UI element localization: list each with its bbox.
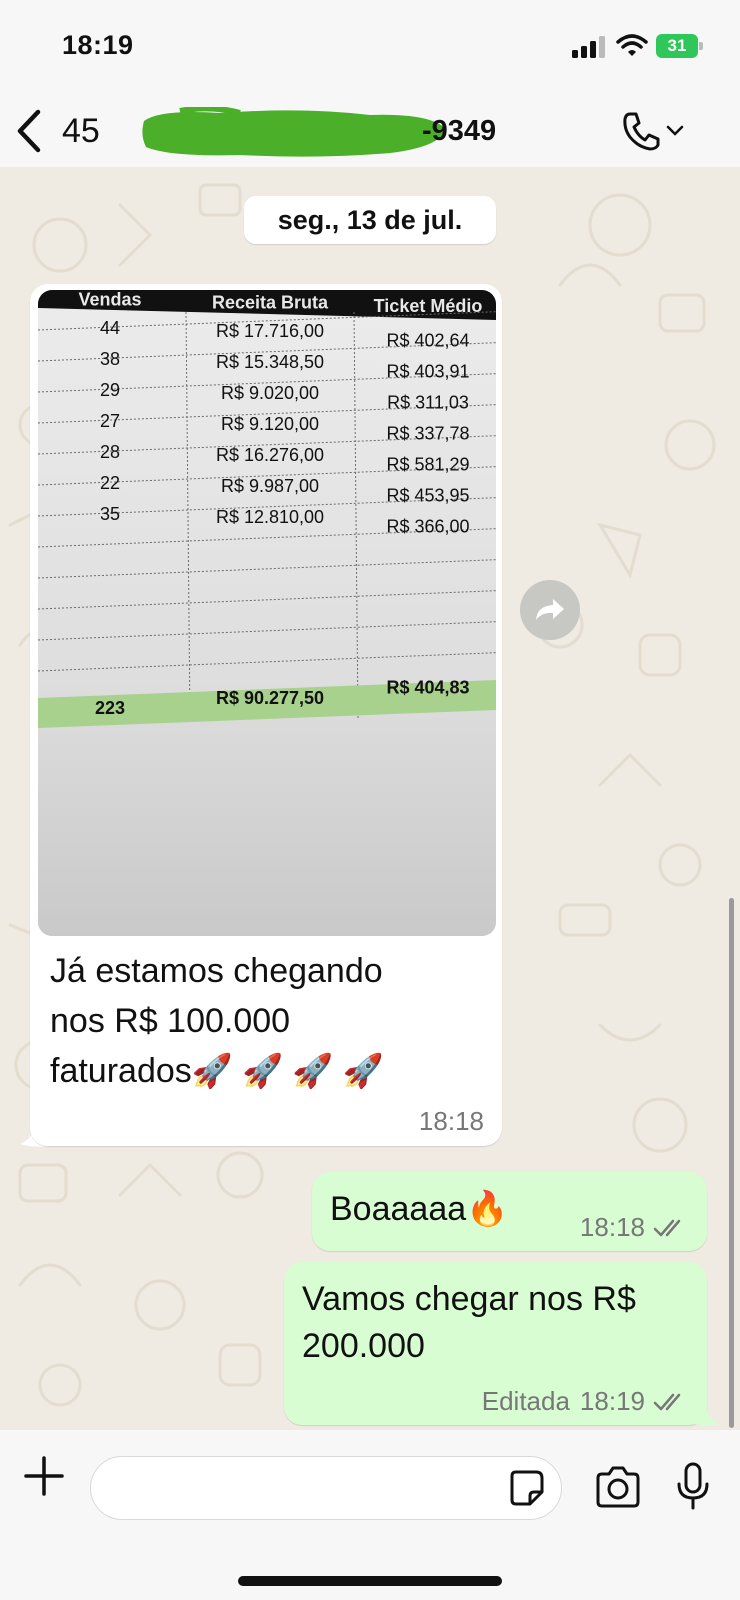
sheet-cell: 22: [100, 473, 120, 493]
plus-icon[interactable]: [22, 1454, 66, 1498]
redaction-mark: [142, 107, 446, 157]
unread-count: 45: [62, 111, 100, 150]
sheet-cell: 38: [100, 349, 120, 369]
battery-level: 31: [656, 34, 698, 58]
sticker-icon[interactable]: [506, 1468, 546, 1508]
chevron-left-icon: [17, 109, 41, 153]
wifi-icon: [616, 34, 648, 56]
caption-line-3: faturados: [50, 1052, 192, 1090]
chevron-down-icon: [666, 125, 684, 136]
sheet-total-cell: R$ 404,83: [386, 678, 469, 698]
message-time: 18:18: [579, 1212, 645, 1242]
message-text-line-1: Vamos chegar nos R$: [302, 1280, 636, 1318]
rocket-emojis: 🚀 🚀 🚀 🚀: [191, 1052, 384, 1089]
phone-icon: [623, 112, 660, 151]
message-text: Boaaaaa🔥: [330, 1190, 509, 1228]
double-check-icon: [653, 1393, 681, 1410]
sheet-cell: R$ 12.810,00: [216, 507, 324, 527]
sheet-cell: 35: [100, 504, 120, 524]
contact-name[interactable]: -9349: [140, 105, 540, 157]
sheet-total-cell: 223: [95, 698, 125, 718]
caption-line-2: nos R$ 100.000: [50, 1002, 291, 1040]
contact-number-suffix: -9349: [422, 115, 497, 147]
double-check-icon: [653, 1219, 681, 1236]
message-text-line-2: 200.000: [302, 1327, 425, 1365]
spreadsheet-photo[interactable]: Vendas Receita Bruta Ticket Médio 44 R$ 17.7…: [38, 290, 496, 936]
sheet-header-cell: Vendas: [78, 290, 141, 309]
message-text: Vamos chegar nos R$ 200.000: [302, 1276, 636, 1370]
sheet-cell: R$ 15.348,50: [216, 352, 324, 372]
sheet-header-cell: Ticket Médio: [374, 296, 483, 316]
sheet-cell: 29: [100, 380, 120, 400]
call-button[interactable]: [622, 107, 696, 155]
sheet-cell: 27: [100, 411, 120, 431]
edited-label: Editada: [481, 1386, 570, 1416]
home-indicator: [238, 1576, 502, 1586]
input-bar: [0, 1430, 740, 1600]
sheet-header-cell: Receita Bruta: [212, 293, 329, 313]
date-separator: seg., 13 de jul.: [244, 196, 496, 244]
sheet-cell: 28: [100, 442, 120, 462]
scrollbar[interactable]: [729, 898, 734, 1428]
bubble-tail: [694, 1404, 720, 1425]
forward-button[interactable]: [520, 580, 580, 640]
sheet-cell: 44: [100, 318, 120, 338]
message-time: 18:18: [418, 1106, 484, 1136]
microphone-icon[interactable]: [676, 1462, 710, 1510]
sheet-cell: R$ 366,00: [386, 516, 469, 536]
spreadsheet-image: Vendas Receita Bruta Ticket Médio 44 R$ 17.7…: [38, 290, 496, 936]
message-meta: 18:18: [580, 1212, 689, 1243]
message-input[interactable]: [90, 1456, 562, 1520]
sheet-cell: R$ 311,03: [387, 392, 469, 412]
sheet-cell: R$ 17.716,00: [216, 321, 324, 341]
sheet-cell: R$ 9.987,00: [221, 476, 319, 496]
message-caption: Já estamos chegando nos R$ 100.000 fatur…: [50, 946, 480, 1096]
message-meta: Editada 18:19: [482, 1386, 689, 1417]
sheet-cell: R$ 337,78: [386, 423, 469, 443]
sheet-cell: R$ 403,91: [386, 361, 469, 381]
battery-icon: 31: [656, 34, 704, 58]
outgoing-message[interactable]: Vamos chegar nos R$ 200.000 Editada 18:1…: [284, 1262, 707, 1425]
message-time: 18:19: [579, 1386, 645, 1416]
incoming-message[interactable]: Vendas Receita Bruta Ticket Médio 44 R$ 17.7…: [30, 284, 502, 1146]
status-bar: 18:19 31: [0, 0, 740, 95]
outgoing-message[interactable]: Boaaaaa🔥 18:18: [312, 1172, 707, 1251]
sheet-cell: R$ 9.120,00: [221, 414, 319, 434]
sheet-cell: R$ 453,95: [386, 485, 469, 505]
sheet-cell: R$ 9.020,00: [221, 383, 319, 403]
camera-icon[interactable]: [594, 1466, 642, 1508]
sheet-total-cell: R$ 90.277,50: [216, 688, 324, 708]
forward-icon: [536, 599, 564, 620]
sheet-cell: R$ 16.276,00: [216, 445, 324, 465]
chat-header: 45 -9349: [0, 95, 740, 167]
back-button[interactable]: 45: [14, 103, 114, 159]
signal-icon: [572, 36, 605, 58]
caption-line-1: Já estamos chegando: [50, 952, 383, 990]
sheet-cell: R$ 581,29: [386, 454, 469, 474]
status-time: 18:19: [62, 30, 134, 60]
sheet-cell: R$ 402,64: [386, 330, 469, 350]
